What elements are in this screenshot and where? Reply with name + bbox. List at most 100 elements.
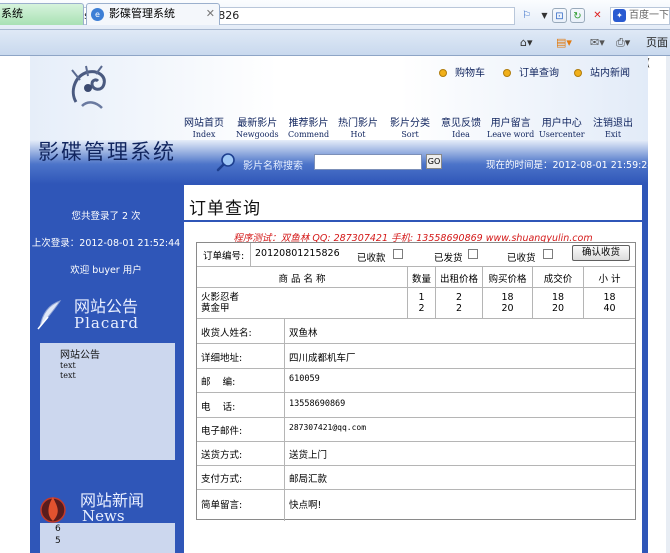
item-deal: 20: [551, 303, 565, 314]
item-name: 火影忍者: [201, 292, 240, 303]
tab-system[interactable]: 系统: [0, 3, 84, 25]
print-icon[interactable]: ⎙▾: [616, 33, 630, 53]
nav-sort[interactable]: 影片分类 Sort: [390, 118, 430, 140]
status-shipped-checkbox[interactable]: [468, 249, 478, 259]
order-query-link-label: 订单查询: [519, 68, 559, 79]
current-time: 现在的时间是：2012-08-01 21:59:24: [486, 160, 654, 171]
field-label-payment: 支付方式:: [201, 474, 243, 485]
go-button[interactable]: GO: [426, 154, 442, 169]
nav-leave-word[interactable]: 用户留言 Leave word: [487, 118, 534, 140]
nav-label: 网站首页: [184, 118, 224, 129]
item-buy: 18: [501, 292, 514, 303]
field-value-delivery: 送货上门: [289, 450, 328, 461]
nav-sublabel: Leave word: [487, 130, 535, 139]
item-deal: 18: [551, 292, 565, 303]
nav-usercenter[interactable]: 用户中心 Usercenter: [539, 118, 585, 140]
site-brand-title: 影碟管理系统: [38, 140, 176, 164]
order-table: 订单编号: 20120801215826 已收款 已发货 已收货 商 品 名 称…: [196, 242, 636, 521]
stop-icon[interactable]: ✕: [590, 8, 605, 23]
news-item[interactable]: 5: [55, 535, 175, 547]
status-received-checkbox[interactable]: [543, 249, 553, 259]
nav-idea[interactable]: 意见反馈 Idea: [441, 118, 481, 140]
notice-subtitle: Placard: [74, 314, 139, 332]
cart-link[interactable]: 购物车: [439, 64, 485, 79]
item-deal-list: 18 20: [533, 292, 583, 314]
tab-close-icon[interactable]: ✕: [206, 4, 215, 24]
col-header-deal: 成交价: [543, 274, 573, 285]
field-value-email: 287307421@qq.com: [289, 423, 367, 432]
nav-index[interactable]: 网站首页 Index: [184, 118, 224, 140]
site-news-link[interactable]: 站内新闻: [574, 64, 630, 79]
item-qty: 2: [418, 303, 425, 314]
order-number-label: 订单编号:: [203, 251, 245, 262]
nav-commend[interactable]: 推荐影片 Commend: [288, 118, 329, 140]
field-label-name: 收货人姓名:: [201, 328, 252, 339]
movie-search-input[interactable]: [314, 154, 422, 170]
baidu-icon: ✦: [613, 9, 626, 22]
dropdown-arrow-icon[interactable]: ▼: [537, 8, 552, 23]
row-divider: [197, 417, 635, 418]
mail-icon[interactable]: ✉▾: [590, 33, 605, 53]
nav-sublabel: Hot: [350, 130, 366, 139]
col-divider: [284, 318, 285, 521]
news-list: 6 5: [40, 523, 175, 553]
item-buy-list: 18 20: [483, 292, 532, 314]
search-icon: [216, 153, 235, 172]
feeds-icon[interactable]: ▤▾: [556, 33, 572, 53]
last-login: 上次登录：2012-08-01 21:52:44: [31, 238, 181, 249]
bullet-icon: [574, 69, 582, 77]
nav-sublabel: Exit: [604, 130, 622, 139]
home-icon[interactable]: ⌂▾: [520, 33, 533, 53]
bullet-icon: [503, 69, 511, 77]
row-divider: [197, 441, 635, 442]
item-qty-list: 12: [408, 292, 435, 314]
field-label-phone: 电 话:: [201, 402, 236, 413]
notice-item[interactable]: 网站公告: [60, 351, 175, 361]
item-rent: 2: [455, 303, 463, 314]
notice-list: 网站公告 text text: [40, 343, 175, 460]
nav-hot[interactable]: 热门影片 Hot: [338, 118, 378, 140]
notice-heading: 网站公告 Placard: [34, 293, 182, 339]
field-label-postcode: 邮 编:: [201, 377, 236, 388]
row-divider: [197, 465, 635, 466]
col-header-rent: 出租价格: [439, 274, 478, 285]
nav-label: 推荐影片: [288, 118, 329, 129]
bullet-icon: [439, 69, 447, 77]
field-label-email: 电子邮件:: [201, 426, 243, 437]
feed-icon[interactable]: ⚐: [519, 8, 534, 23]
nav-exit[interactable]: 注销退出 Exit: [593, 118, 633, 140]
tab-active[interactable]: e 影碟管理系统 ✕: [86, 3, 220, 25]
quill-icon: [37, 300, 62, 330]
row-divider: [197, 392, 635, 393]
compat-icon[interactable]: ⊡: [552, 8, 567, 23]
welcome-text: 欢迎 buyer 用户: [70, 265, 142, 276]
nav-newgoods[interactable]: 最新影片 Newgoods: [236, 118, 279, 140]
confirm-receipt-button[interactable]: 确认收货: [572, 245, 630, 261]
scrollbar[interactable]: [666, 56, 670, 553]
site-news-link-label: 站内新闻: [590, 68, 630, 79]
order-query-link[interactable]: 订单查询: [503, 64, 559, 79]
news-item[interactable]: 6: [55, 523, 175, 535]
nav-sublabel: Usercenter: [539, 130, 585, 139]
notice-item[interactable]: text: [60, 361, 175, 371]
status-received-label: 已收货: [507, 253, 536, 264]
notice-item[interactable]: text: [60, 371, 175, 381]
flame-icon: [40, 497, 66, 523]
item-name-list: 火影忍者 黄金甲: [201, 292, 239, 314]
nav-label: 注销退出: [593, 118, 633, 129]
status-paid-checkbox[interactable]: [393, 249, 403, 259]
command-bar: ⌂▾ ▤▾ ✉▾ ⎙▾ 页面(: [518, 33, 670, 69]
tab-label: 系统: [1, 7, 23, 20]
refresh-icon[interactable]: ↻: [570, 8, 585, 23]
nav-label: 意见反馈: [441, 118, 481, 129]
item-rent-list: 22: [436, 292, 482, 314]
ie-page-icon: e: [91, 8, 104, 21]
item-name: 黄金甲: [201, 303, 230, 314]
status-shipped-label: 已发货: [434, 253, 463, 264]
field-label-message: 简单留言:: [201, 500, 243, 511]
item-rent: 2: [455, 292, 463, 303]
item-subtotal-list: 18 40: [584, 292, 635, 314]
nav-sublabel: Newgoods: [236, 130, 279, 139]
nav-sublabel: Commend: [288, 130, 330, 139]
field-value-message: 快点啊!: [289, 500, 322, 511]
